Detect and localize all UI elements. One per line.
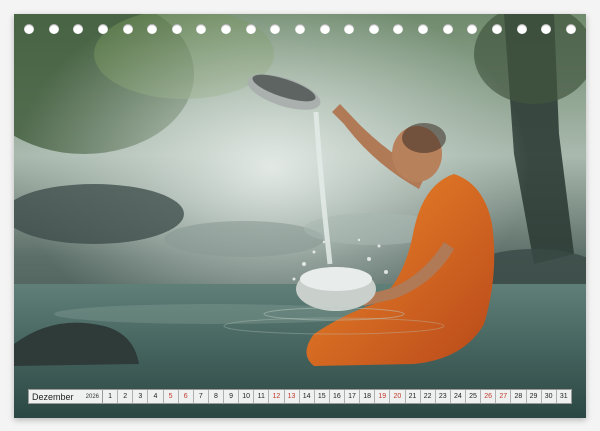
day-cell: 5 [164,390,179,403]
spiral-binding [14,14,586,44]
day-cell: 29 [527,390,542,403]
binding-hole [565,24,576,34]
day-cell: 1 [103,390,119,403]
binding-hole [270,24,281,34]
binding-hole [147,24,158,34]
day-cell: 20 [390,390,406,403]
binding-hole [73,24,84,34]
day-cell: 18 [360,390,376,403]
day-cell: 25 [466,390,482,403]
day-cell: 4 [148,390,164,403]
binding-hole [294,24,305,34]
binding-hole [24,24,34,34]
day-cell: 6 [179,390,194,403]
day-cell: 2 [118,390,134,403]
day-cell: 16 [330,390,345,403]
day-cells: 1 2 3 4 5 6 7 8 9 10 11 12 13 14 15 16 17 18 19 20 21 22 23 24 2… [103,390,571,403]
day-cell: 11 [254,390,270,403]
day-cell: 22 [421,390,436,403]
calendar-page: Dezember 2026 1 2 3 4 5 6 7 8 9 10 11 12 13 14 15 16 17 1… [0,0,600,431]
day-cell: 27 [496,390,512,403]
day-cell: 23 [436,390,451,403]
binding-hole [196,24,207,34]
binding-hole [442,24,453,34]
day-cell: 15 [315,390,330,403]
day-cell: 13 [285,390,300,403]
day-cell: 26 [481,390,497,403]
day-cell: 19 [375,390,391,403]
binding-hole [467,24,478,34]
binding-hole [48,24,59,34]
binding-hole [221,24,231,34]
binding-hole [171,24,182,34]
month-name: Dezember [32,391,74,402]
binding-hole [516,24,527,34]
day-cell: 9 [224,390,240,403]
binding-hole [319,24,330,34]
day-cell: 10 [239,390,255,403]
binding-hole [344,24,355,34]
day-cell: 17 [345,390,361,403]
day-cell: 30 [542,390,557,403]
calendar-day-strip: Dezember 2026 1 2 3 4 5 6 7 8 9 10 11 12 13 14 15 16 17 1… [28,389,572,404]
day-cell: 31 [559,393,568,400]
day-cell: 7 [194,390,209,403]
binding-hole [393,24,404,34]
day-cell: 14 [300,390,315,403]
binding-hole [122,24,133,34]
day-cell: 28 [511,390,527,403]
year-label: 2026 [85,393,99,400]
month-label-cell: Dezember 2026 [29,390,103,403]
day-cell: 12 [269,390,285,403]
binding-hole [541,24,552,34]
binding-hole [491,24,502,34]
day-cell: 3 [133,390,149,403]
photo-monk-water [14,14,586,418]
binding-hole [97,24,108,34]
binding-hole [245,24,256,34]
day-cell: 24 [451,390,466,403]
calendar-sheet [14,14,586,418]
day-cell: 8 [209,390,224,403]
binding-hole [418,24,428,34]
binding-hole [368,24,379,34]
day-cell: 21 [406,390,421,403]
